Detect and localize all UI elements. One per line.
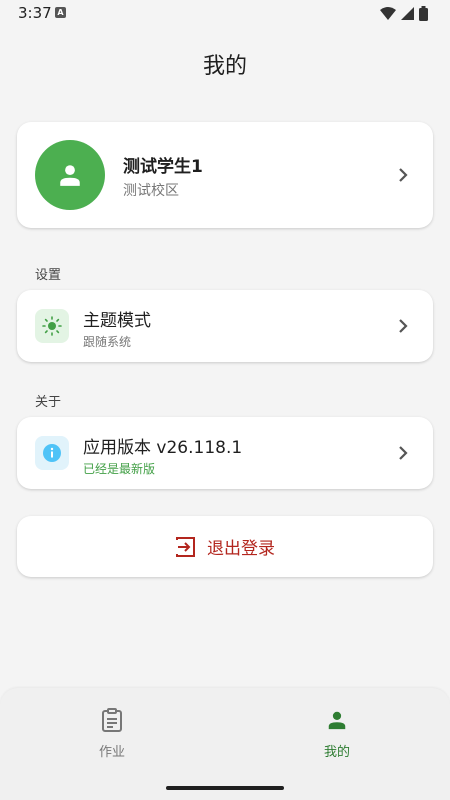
app-version-title: 应用版本 v26.118.1 xyxy=(83,438,243,458)
theme-mode-item[interactable]: 主题模式 跟随系统 xyxy=(17,290,433,362)
chevron-right-icon xyxy=(399,446,408,460)
cellular-icon xyxy=(401,7,414,20)
info-icon xyxy=(43,444,61,462)
info-icon-container xyxy=(35,436,69,470)
page-title: 我的 xyxy=(202,54,247,79)
nav-label-homework: 作业 xyxy=(98,745,125,760)
status-time: 3:37 xyxy=(18,4,52,22)
nav-item-homework[interactable]: 作业 xyxy=(52,706,172,760)
profile-name: 测试学生1 xyxy=(123,157,203,177)
logout-button[interactable]: 退出登录 xyxy=(17,516,433,577)
logout-label: 退出登录 xyxy=(207,539,275,559)
battery-icon xyxy=(419,6,428,21)
chevron-right-icon xyxy=(399,168,408,182)
chevron-right-icon xyxy=(399,319,408,333)
status-bar: 3:37 A xyxy=(0,0,450,28)
theme-mode-title: 主题模式 xyxy=(83,311,151,331)
clipboard-icon xyxy=(102,708,122,732)
nav-label-profile: 我的 xyxy=(323,745,350,760)
person-icon xyxy=(60,165,80,186)
sun-icon xyxy=(42,316,62,336)
notification-icon: A xyxy=(55,7,66,18)
logout-icon xyxy=(176,536,195,557)
app-version-status: 已经是最新版 xyxy=(83,462,156,476)
wifi-icon xyxy=(380,7,396,20)
avatar xyxy=(35,140,105,210)
person-icon xyxy=(328,711,346,730)
profile-school: 测试校区 xyxy=(123,183,179,199)
app-version-item[interactable]: 应用版本 v26.118.1 已经是最新版 xyxy=(17,417,433,489)
status-icons xyxy=(380,6,428,21)
profile-card[interactable]: 测试学生1 测试校区 xyxy=(17,122,433,228)
section-label-about: 关于 xyxy=(35,395,62,410)
bottom-nav: 作业 我的 xyxy=(0,688,450,800)
home-indicator[interactable] xyxy=(166,786,284,790)
nav-item-profile[interactable]: 我的 xyxy=(277,706,397,760)
theme-icon-container xyxy=(35,309,69,343)
section-label-settings: 设置 xyxy=(35,268,62,283)
screen: 3:37 A 我的 测试学生1 测试校区 设置 主题模式 跟随系统 关于 应用版… xyxy=(0,0,450,800)
theme-mode-value: 跟随系统 xyxy=(83,335,132,349)
